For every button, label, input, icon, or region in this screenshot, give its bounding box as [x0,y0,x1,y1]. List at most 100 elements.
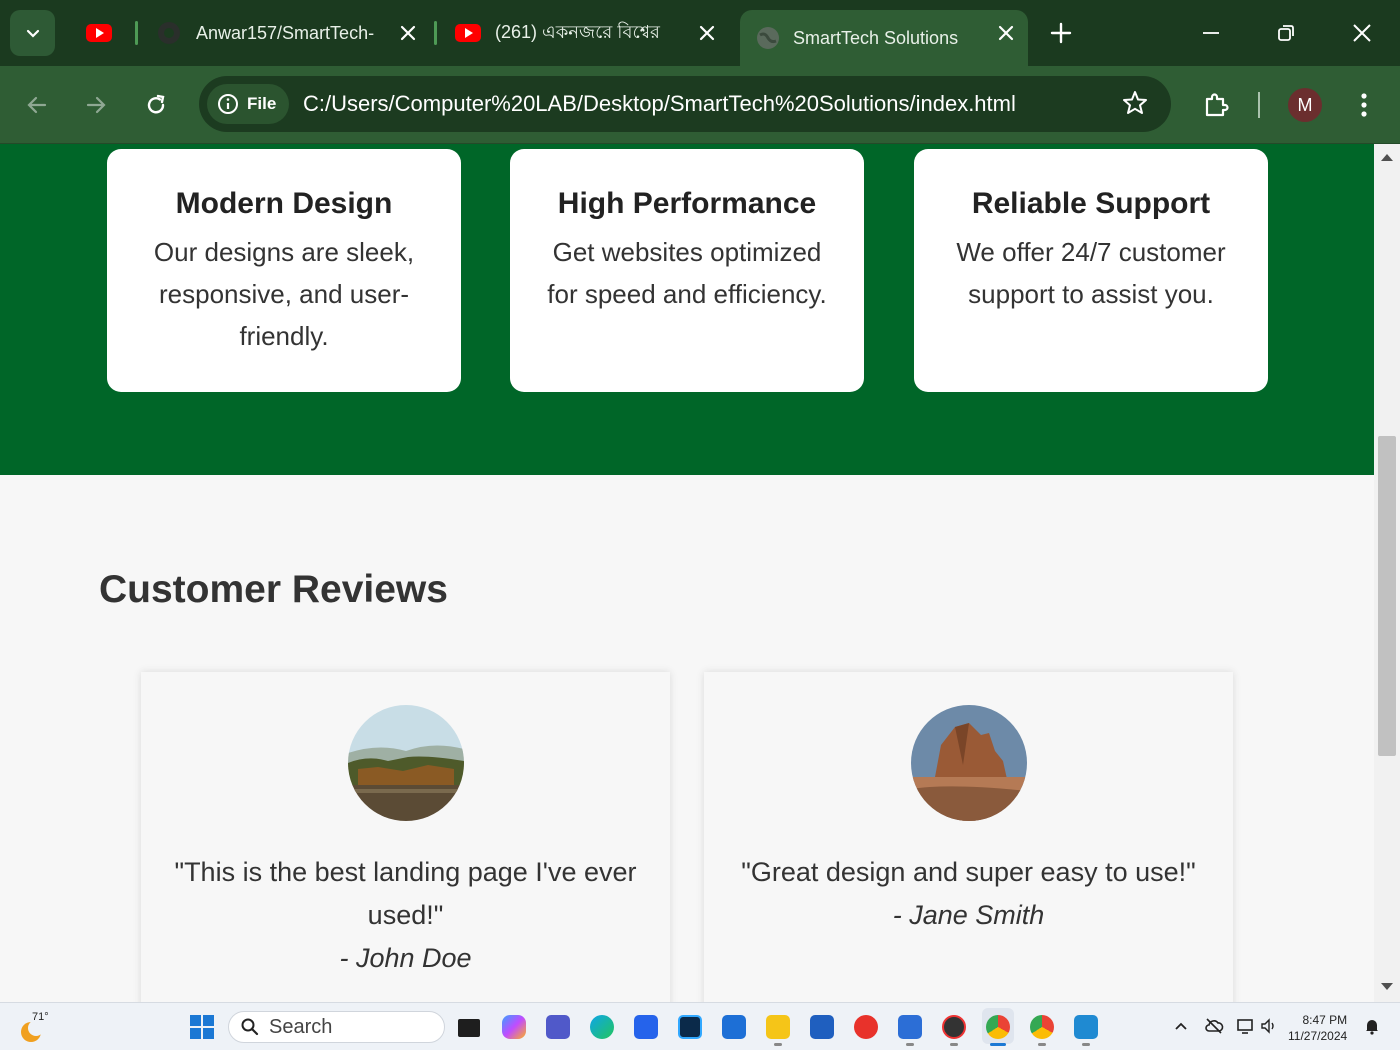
wps-icon[interactable] [854,1015,878,1039]
chrome-profile-icon[interactable] [1030,1015,1054,1039]
chrome-active-slot[interactable] [982,1008,1014,1044]
github-icon [158,22,180,44]
back-button[interactable] [17,85,57,125]
temperature: 71° [32,1011,49,1023]
system-clock[interactable]: 8:47 PM 11/27/2024 [1288,1012,1347,1044]
taskbar-search[interactable]: Search [228,1011,445,1043]
running-indicator [774,1043,782,1046]
feature-title: Reliable Support [971,187,1211,220]
tab-youtube-pinned[interactable] [70,10,130,56]
feature-title: Modern Design [175,187,393,220]
wpm-app-icon[interactable] [942,1015,966,1039]
clock-time: 8:47 PM [1302,1013,1348,1027]
arrow-right-icon [86,96,106,114]
clock-date: 11/27/2024 [1288,1029,1348,1043]
review-author: - John Doe [339,943,472,973]
feature-card: Modern Design Our designs are sleek, res… [107,149,461,392]
active-indicator [990,1043,1006,1046]
extensions-button[interactable] [1196,85,1236,125]
chevron-up-icon[interactable] [1174,1021,1188,1031]
copilot-icon[interactable] [502,1015,526,1039]
reload-button[interactable] [136,85,176,125]
review-quote: "This is the best landing page I've ever… [174,857,637,930]
task-view-icon[interactable] [458,1019,480,1037]
vscode-icon[interactable] [1074,1015,1098,1039]
network-icon[interactable] [1236,1017,1254,1035]
tab-title: Anwar157/SmartTech- [196,22,375,43]
review-quote: "Great design and super easy to use!" [741,857,1196,887]
windows-taskbar: 71° Search 8:47 PM 11/27/2024 [0,1002,1400,1050]
minimize-icon [1203,32,1219,34]
teams-icon[interactable] [546,1015,570,1039]
store-icon[interactable] [634,1015,658,1039]
close-icon[interactable] [697,23,717,43]
tab-smarttech-active[interactable]: SmartTech Solutions [740,10,1028,66]
menu-button[interactable] [1344,85,1384,125]
tab-youtube-video[interactable]: (261) একনজরে বিশ্বের [444,10,729,56]
tab-title: SmartTech Solutions [793,27,959,48]
review-author: - Jane Smith [892,900,1045,930]
word-icon[interactable] [810,1015,834,1039]
feature-text: Get websites optimized for speed and eff… [547,237,827,309]
tab-separator [434,21,437,45]
reviewer-photo [347,705,464,821]
feature-text: We offer 24/7 customer support to assist… [956,237,1226,309]
running-indicator [906,1043,914,1046]
scroll-thumb[interactable] [1378,436,1396,756]
close-icon [1353,24,1371,42]
bookmark-star-icon[interactable] [1121,89,1149,117]
browser-tab-bar: Anwar157/SmartTech- (261) একনজরে বিশ্বের… [0,0,1400,66]
review-card: "Great design and super easy to use!" - … [704,672,1233,1002]
chat-app-icon[interactable] [898,1015,922,1039]
puzzle-icon [1205,93,1229,117]
mail-icon[interactable] [722,1015,746,1039]
arrow-left-icon [27,96,47,114]
running-indicator [1038,1043,1046,1046]
close-icon[interactable] [996,23,1016,43]
address-bar[interactable]: File C:/Users/Computer%20LAB/Desktop/Sma… [199,76,1171,132]
feature-title: High Performance [557,187,817,220]
volume-icon[interactable] [1260,1017,1278,1035]
chevron-down-icon [26,29,39,38]
chrome-icon [986,1015,1010,1039]
new-tab-button[interactable] [1041,13,1081,53]
youtube-icon [455,24,481,42]
info-icon [218,94,238,114]
profile-avatar[interactable]: M [1288,88,1322,122]
youtube-icon [86,24,112,42]
features-section: Modern Design Our designs are sleek, res… [0,144,1374,475]
notification-bell-icon[interactable] [1364,1017,1380,1035]
running-indicator [950,1043,958,1046]
tab-title: (261) একনজরে বিশ্বের [495,21,660,42]
toolbar-divider [1258,92,1260,118]
tab-github[interactable]: Anwar157/SmartTech- [145,10,430,56]
file-explorer-icon[interactable] [766,1015,790,1039]
minimize-button[interactable] [1191,13,1231,53]
close-icon[interactable] [398,23,418,43]
tab-separator [135,21,138,45]
start-button[interactable] [190,1015,214,1039]
restore-icon [1278,25,1294,41]
search-placeholder: Search [269,1015,333,1038]
running-indicator [1082,1043,1090,1046]
photoshop-icon[interactable] [678,1015,702,1039]
site-info-label: File [247,94,277,113]
browser-toolbar: File C:/Users/Computer%20LAB/Desktop/Sma… [0,66,1400,144]
url-text[interactable]: C:/Users/Computer%20LAB/Desktop/SmartTec… [303,91,1016,117]
reviewer-photo [910,705,1027,821]
scroll-down-arrow-icon[interactable] [1380,982,1394,992]
page-scrollbar[interactable] [1374,144,1400,1002]
restore-button[interactable] [1266,13,1306,53]
more-vert-icon [1361,93,1367,117]
plus-icon [1050,22,1072,44]
scroll-up-arrow-icon[interactable] [1380,152,1394,162]
edge-icon[interactable] [590,1015,614,1039]
forward-button[interactable] [76,85,116,125]
cloud-off-icon[interactable] [1204,1017,1224,1035]
reload-icon [147,94,165,114]
site-info-chip[interactable]: File [207,84,289,124]
feature-card: Reliable Support We offer 24/7 customer … [914,149,1268,392]
reviews-heading: Customer Reviews [99,568,448,611]
close-window-button[interactable] [1342,13,1382,53]
tab-search-button[interactable] [10,10,55,56]
